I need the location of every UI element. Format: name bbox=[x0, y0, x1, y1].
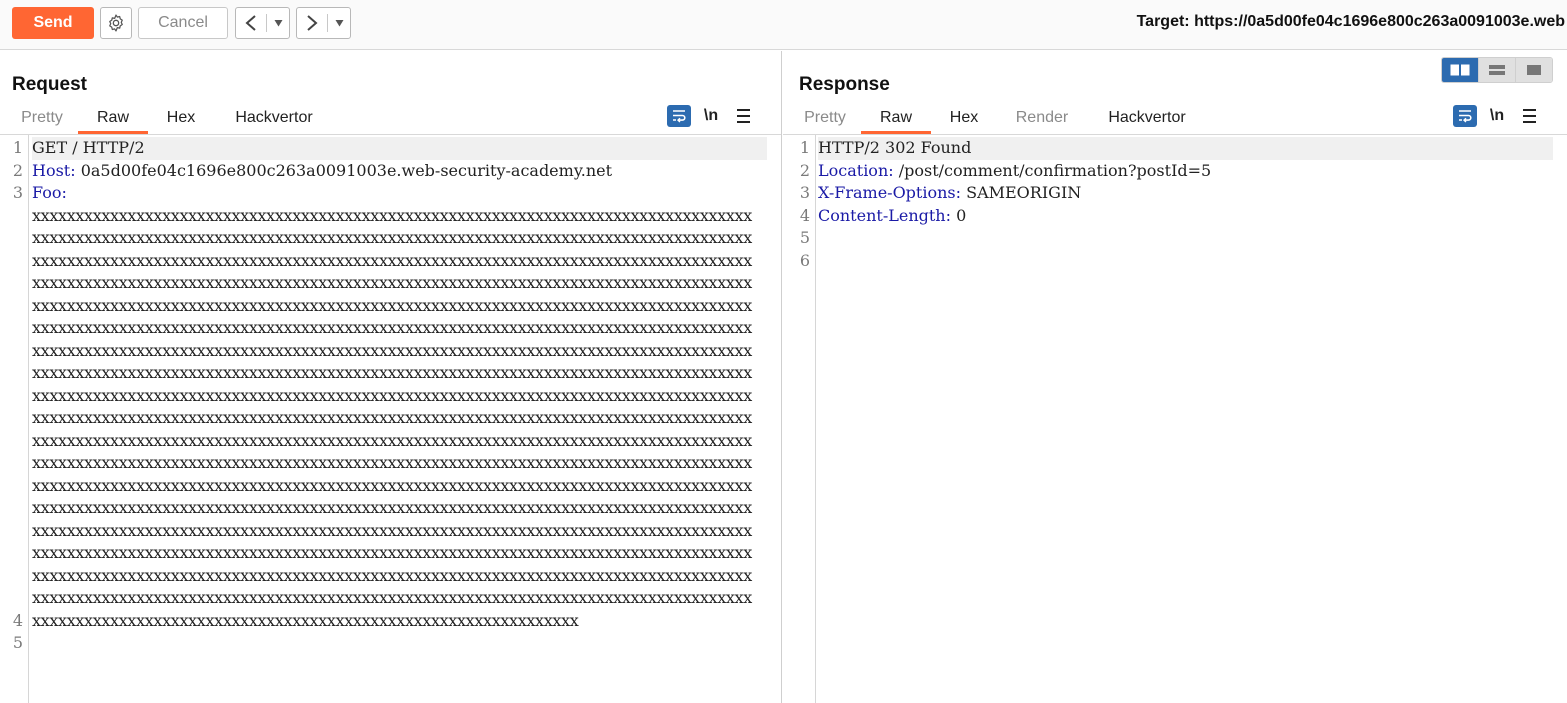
forward-button[interactable] bbox=[297, 8, 327, 38]
settings-button[interactable] bbox=[100, 7, 132, 39]
header-value-wrapped: xxxxxxxxxxxxxxxxxxxxxxxxxxxxxxxxxxxxxxxx… bbox=[32, 340, 752, 360]
line-number: 1 bbox=[12, 138, 23, 157]
columns-icon bbox=[1450, 64, 1470, 76]
header-name: Location: bbox=[818, 160, 894, 180]
response-editor-tools: \n bbox=[1453, 105, 1541, 127]
back-button[interactable] bbox=[236, 8, 266, 38]
line-number: 4 bbox=[799, 205, 810, 225]
word-wrap-toggle-icon[interactable] bbox=[667, 105, 691, 127]
layout-side-by-side-button[interactable] bbox=[1442, 58, 1478, 82]
forward-button-group bbox=[296, 7, 351, 39]
dropdown-arrow-icon bbox=[274, 20, 282, 27]
request-editor[interactable]: 1 2 3 4 5 GET / HTTP/2 Host: 0a5d00fe04c… bbox=[0, 135, 781, 703]
response-editor[interactable]: 1 2 3 4 5 6 HTTP/2 302 Found Location: /… bbox=[783, 135, 1567, 703]
request-line: GET / HTTP/2 bbox=[32, 137, 767, 160]
layout-tabs-button[interactable] bbox=[1515, 58, 1552, 82]
header-name: Foo: bbox=[32, 183, 67, 202]
header-value-wrapped: xxxxxxxxxxxxxxxxxxxxxxxxxxxxxxxxxxxxxxxx… bbox=[32, 228, 752, 247]
line-number: 2 bbox=[12, 160, 23, 180]
line-number: 4 bbox=[12, 610, 23, 630]
header-value-wrapped: xxxxxxxxxxxxxxxxxxxxxxxxxxxxxxxxxxxxxxxx… bbox=[32, 543, 752, 562]
request-line: Host: 0a5d00fe04c1696e800c263a0091003e.w… bbox=[32, 160, 767, 183]
header-value-wrapped: xxxxxxxxxxxxxxxxxxxxxxxxxxxxxxxxxxxxxxxx… bbox=[32, 408, 752, 427]
request-code[interactable]: GET / HTTP/2 Host: 0a5d00fe04c1696e800c2… bbox=[32, 137, 767, 703]
layout-top-bottom-button[interactable] bbox=[1478, 58, 1515, 82]
header-value-wrapped: xxxxxxxxxxxxxxxxxxxxxxxxxxxxxxxxxxxxxxxx… bbox=[32, 318, 752, 337]
forward-history-dropdown[interactable] bbox=[328, 8, 350, 38]
request-line: Foo: bbox=[32, 182, 767, 205]
dropdown-arrow-icon bbox=[335, 20, 343, 27]
header-value-wrapped: xxxxxxxxxxxxxxxxxxxxxxxxxxxxxxxxxxxxxxxx… bbox=[32, 250, 752, 270]
target-url[interactable]: Target: https://0a5d00fe04c1696e800c263a… bbox=[1137, 13, 1565, 31]
line-number: 3 bbox=[799, 183, 810, 202]
header-value-wrapped: xxxxxxxxxxxxxxxxxxxxxxxxxxxxxxxxxxxxxxxx… bbox=[32, 565, 752, 585]
tab-hex[interactable]: Hex bbox=[148, 103, 214, 134]
back-history-dropdown[interactable] bbox=[267, 8, 289, 38]
response-line: Location: /post/comment/confirmation?pos… bbox=[818, 160, 1553, 183]
back-button-group bbox=[235, 7, 290, 39]
header-value-wrapped: xxxxxxxxxxxxxxxxxxxxxxxxxxxxxxxxxxxxxxxx… bbox=[32, 205, 752, 225]
header-value: 0 bbox=[950, 205, 967, 225]
header-value-wrapped: xxxxxxxxxxxxxxxxxxxxxxxxxxxxxxxxxxxxxxxx… bbox=[32, 588, 752, 607]
response-title: Response bbox=[799, 74, 890, 95]
tab-pretty[interactable]: Pretty bbox=[6, 103, 78, 134]
response-line: HTTP/2 302 Found bbox=[818, 137, 1553, 160]
header-name: X-Frame-Options: bbox=[818, 183, 962, 202]
line-number-gutter: 1 2 3 4 5 bbox=[0, 135, 29, 703]
line-number-gutter: 1 2 3 4 5 6 bbox=[783, 135, 816, 703]
request-tabs: Pretty Raw Hex Hackvertor bbox=[6, 103, 334, 134]
word-wrap-toggle-icon[interactable] bbox=[1453, 105, 1477, 127]
header-value-wrapped: xxxxxxxxxxxxxxxxxxxxxxxxxxxxxxxxxxxxxxxx… bbox=[32, 475, 752, 495]
tab-raw[interactable]: Raw bbox=[78, 103, 148, 134]
header-name: Content-Length: bbox=[818, 205, 951, 225]
response-line: X-Frame-Options: SAMEORIGIN bbox=[818, 182, 1553, 205]
header-value-wrapped: xxxxxxxxxxxxxxxxxxxxxxxxxxxxxxxxxxxxxxxx… bbox=[32, 610, 579, 630]
gear-icon bbox=[109, 14, 123, 32]
line-number: 2 bbox=[799, 160, 810, 180]
response-tabs: Pretty Raw Hex Render Hackvertor bbox=[789, 103, 1207, 134]
header-value-wrapped: xxxxxxxxxxxxxxxxxxxxxxxxxxxxxxxxxxxxxxxx… bbox=[32, 295, 752, 315]
response-line: Content-Length: 0 bbox=[818, 205, 1553, 228]
header-value-wrapped: xxxxxxxxxxxxxxxxxxxxxxxxxxxxxxxxxxxxxxxx… bbox=[32, 273, 752, 292]
line-number: 3 bbox=[12, 183, 23, 202]
line-number: 5 bbox=[12, 633, 23, 652]
response-panel: Response Pretty Raw Hex Render Hackverto… bbox=[783, 51, 1567, 703]
header-value: SAMEORIGIN bbox=[961, 183, 1082, 202]
request-panel: Request Pretty Raw Hex Hackvertor \n 1 2… bbox=[0, 51, 782, 703]
header-name: Host: bbox=[32, 160, 76, 180]
header-value-wrapped: xxxxxxxxxxxxxxxxxxxxxxxxxxxxxxxxxxxxxxxx… bbox=[32, 453, 752, 472]
header-value-wrapped: xxxxxxxxxxxxxxxxxxxxxxxxxxxxxxxxxxxxxxxx… bbox=[32, 498, 752, 517]
cancel-button[interactable]: Cancel bbox=[138, 7, 228, 39]
tab-hackvertor[interactable]: Hackvertor bbox=[1087, 103, 1207, 134]
tab-hex[interactable]: Hex bbox=[931, 103, 997, 134]
send-button[interactable]: Send bbox=[12, 7, 94, 39]
toolbar: Send Cancel Target: https://0a5d00fe04c1… bbox=[0, 0, 1567, 50]
chevron-left-icon bbox=[245, 15, 256, 31]
header-value: /post/comment/confirmation?postId=5 bbox=[893, 160, 1212, 180]
layout-switch bbox=[1441, 57, 1553, 83]
show-newlines-toggle[interactable]: \n bbox=[1477, 107, 1517, 125]
hamburger-menu-icon[interactable] bbox=[731, 109, 755, 123]
chevron-right-icon bbox=[307, 15, 318, 31]
show-newlines-toggle[interactable]: \n bbox=[691, 107, 731, 125]
rows-icon bbox=[1489, 65, 1505, 75]
single-pane-icon bbox=[1527, 65, 1541, 75]
line-number: 5 bbox=[799, 228, 810, 247]
header-value: 0a5d00fe04c1696e800c263a0091003e.web-sec… bbox=[75, 160, 613, 180]
hamburger-menu-icon[interactable] bbox=[1517, 109, 1541, 123]
line-number: 1 bbox=[799, 138, 810, 157]
line-number: 6 bbox=[799, 250, 810, 270]
header-value-wrapped: xxxxxxxxxxxxxxxxxxxxxxxxxxxxxxxxxxxxxxxx… bbox=[32, 520, 752, 540]
header-value-wrapped: xxxxxxxxxxxxxxxxxxxxxxxxxxxxxxxxxxxxxxxx… bbox=[32, 430, 752, 450]
header-value-wrapped: xxxxxxxxxxxxxxxxxxxxxxxxxxxxxxxxxxxxxxxx… bbox=[32, 363, 752, 382]
tab-hackvertor[interactable]: Hackvertor bbox=[214, 103, 334, 134]
tab-pretty[interactable]: Pretty bbox=[789, 103, 861, 134]
response-code[interactable]: HTTP/2 302 Found Location: /post/comment… bbox=[818, 137, 1553, 703]
tab-render[interactable]: Render bbox=[997, 103, 1087, 134]
header-value-wrapped: xxxxxxxxxxxxxxxxxxxxxxxxxxxxxxxxxxxxxxxx… bbox=[32, 385, 752, 405]
request-title: Request bbox=[12, 74, 87, 95]
request-editor-tools: \n bbox=[667, 105, 755, 127]
tab-raw[interactable]: Raw bbox=[861, 103, 931, 134]
